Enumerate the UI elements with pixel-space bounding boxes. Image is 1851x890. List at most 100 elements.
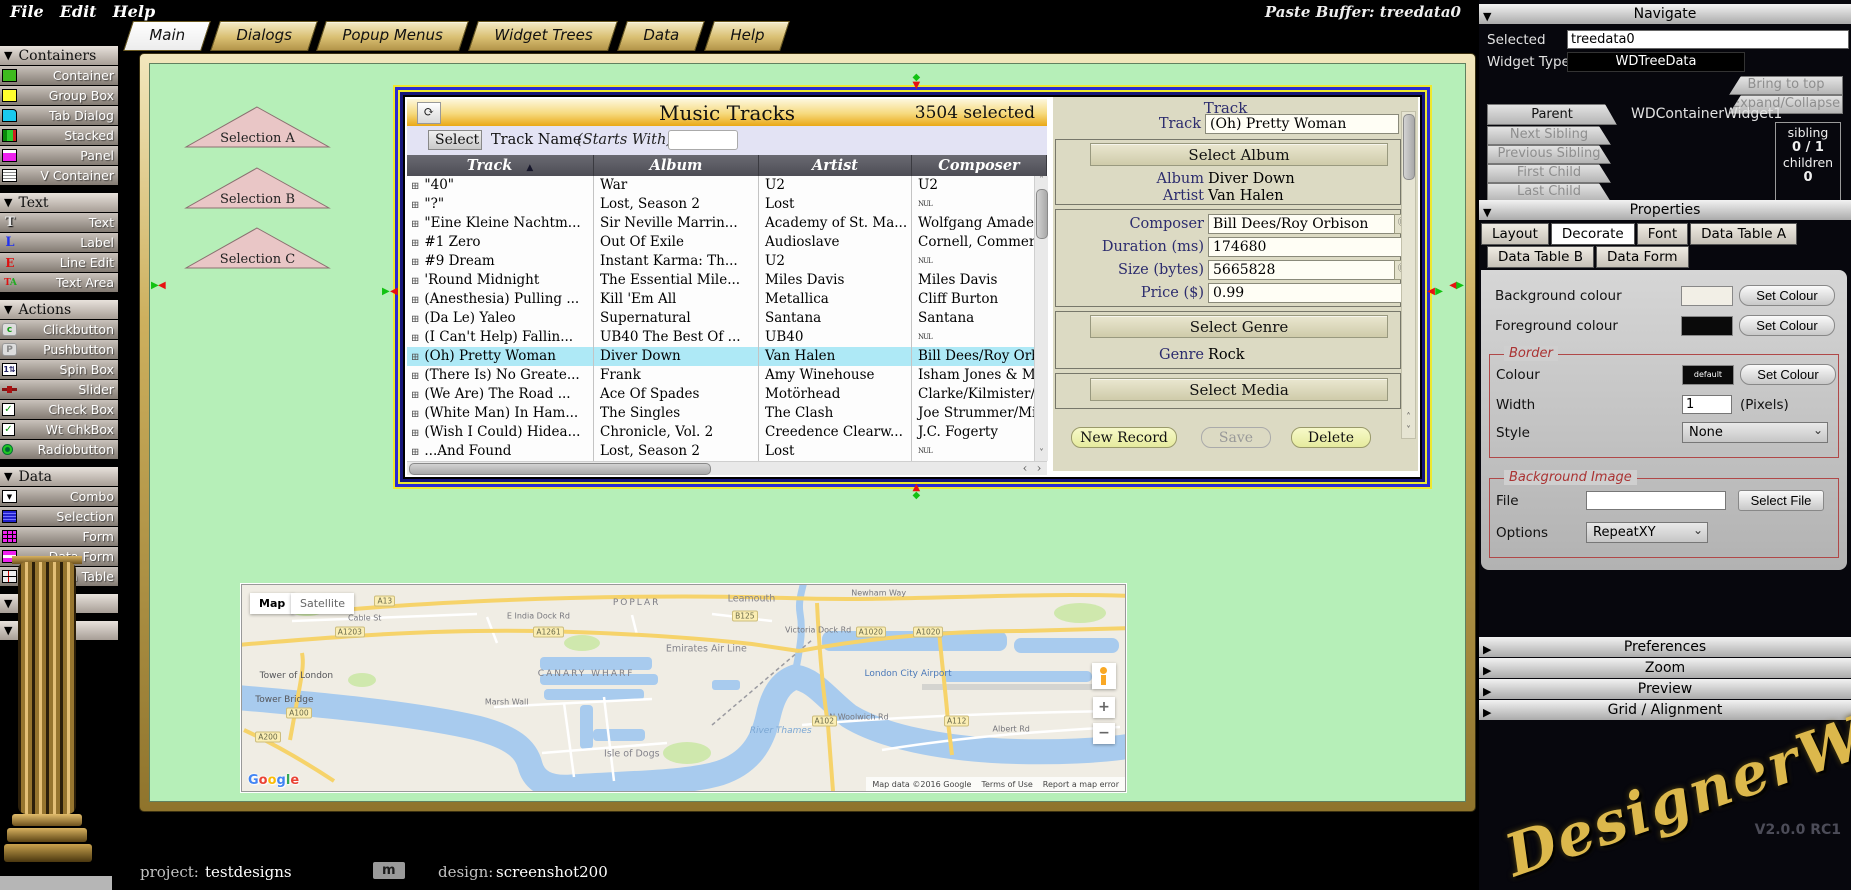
tab-main[interactable]: Main <box>123 21 211 51</box>
composer-field[interactable] <box>1208 214 1396 234</box>
section-zoom[interactable]: ▶Zoom <box>1479 658 1851 678</box>
next-sibling-button[interactable]: Next Sibling <box>1487 126 1611 145</box>
section-preview[interactable]: ▶Preview <box>1479 679 1851 699</box>
new-record-button[interactable]: New Record <box>1071 427 1177 448</box>
expand-icon[interactable]: ⊞ <box>411 390 419 401</box>
palette-section-actions[interactable]: ▼Actions <box>0 300 118 319</box>
file-input[interactable] <box>1586 491 1726 510</box>
palette-item-clickbutton[interactable]: cClickbutton <box>0 320 118 339</box>
menu-help[interactable]: Help <box>113 2 156 21</box>
table-row[interactable]: ⊞(We Are) The Road ...Ace Of SpadesMotör… <box>407 385 1047 404</box>
tab-data-table-a[interactable]: Data Table A <box>1690 223 1797 245</box>
tab-help[interactable]: Help <box>704 21 790 51</box>
tab-widget-trees[interactable]: Widget Trees <box>468 21 618 51</box>
table-row[interactable]: ⊞(Oh) Pretty WomanDiver DownVan HalenBil… <box>407 347 1047 366</box>
tab-data-form[interactable]: Data Form <box>1596 246 1689 268</box>
pegman-icon[interactable] <box>1092 663 1116 689</box>
expand-icon[interactable]: ⊞ <box>411 314 419 325</box>
expand-icon[interactable]: ⊞ <box>411 219 419 230</box>
table-row[interactable]: ⊞#9 DreamInstant Karma: Th...U2NUL <box>407 252 1047 271</box>
scroll-down-icon[interactable]: ˅ <box>1035 449 1048 461</box>
table-row[interactable]: ⊞(Wish I Could) Hidea...Chronicle, Vol. … <box>407 423 1047 442</box>
palette-item-wt-chkbox[interactable]: ✓Wt ChkBox <box>0 420 118 439</box>
satellite-view-button[interactable]: Satellite <box>291 593 354 614</box>
scroll-up-icon[interactable]: ˄ <box>1402 413 1415 425</box>
expand-icon[interactable]: ⊞ <box>411 371 419 382</box>
expand-icon[interactable]: ⊞ <box>411 200 419 211</box>
palette-item-group-box[interactable]: Group Box <box>0 86 118 105</box>
palette-section-text[interactable]: ▼Text <box>0 193 118 212</box>
zoom-out-button[interactable]: − <box>1093 723 1115 744</box>
properties-header[interactable]: ▼ Properties <box>1479 200 1851 220</box>
select-file-button[interactable]: Select File <box>1738 490 1824 511</box>
border-width-input[interactable] <box>1682 395 1732 414</box>
selection-frame[interactable]: ⟳ Music Tracks 3504 selected Select Trac… <box>393 85 1432 489</box>
menu-file[interactable]: File <box>10 2 44 21</box>
tab-data-table-b[interactable]: Data Table B <box>1487 246 1594 268</box>
drag-handle-top-arrow[interactable]: ▼ <box>913 81 921 91</box>
bring-to-top-button[interactable]: Bring to top <box>1729 76 1843 95</box>
price-field[interactable] <box>1208 283 1402 303</box>
terms-link[interactable]: Terms of Use <box>981 780 1032 789</box>
drag-handle-right-arrow[interactable]: ◀ <box>1427 287 1435 297</box>
map-view-button[interactable]: Map <box>250 593 294 614</box>
selection-c-widget[interactable]: Selection C <box>184 226 331 270</box>
section-grid-alignment[interactable]: ▶Grid / Alignment <box>1479 700 1851 720</box>
selected-widget-input[interactable] <box>1567 30 1849 49</box>
table-vscrollbar[interactable]: ˄ ˅ <box>1034 176 1048 461</box>
palette-item-stacked[interactable]: Stacked <box>0 126 118 145</box>
duration-field[interactable] <box>1208 237 1402 257</box>
palette-section-data[interactable]: ▼Data <box>0 467 118 486</box>
table-row[interactable]: ⊞#1 ZeroOut Of ExileAudioslaveCornell, C… <box>407 233 1047 252</box>
table-row[interactable]: ⊞(There Is) No Greate...FrankAmy Winehou… <box>407 366 1047 385</box>
tab-font[interactable]: Font <box>1637 223 1688 245</box>
scroll-right-icon[interactable]: › <box>1032 462 1046 475</box>
palette-item-container[interactable]: Container <box>0 66 118 85</box>
expand-icon[interactable]: ⊞ <box>411 409 419 420</box>
tab-dialogs[interactable]: Dialogs <box>210 21 317 51</box>
first-child-button[interactable]: First Child <box>1487 164 1611 183</box>
drag-handle-left[interactable]: ▶ <box>382 287 390 297</box>
expand-icon[interactable]: ⊞ <box>411 295 419 306</box>
palette-section-containers[interactable]: ▼Containers <box>0 46 118 65</box>
collapse-icon[interactable]: ▼ <box>1483 7 1491 27</box>
repeat-options-select[interactable]: RepeatXY <box>1586 522 1708 543</box>
palette-item-v-container[interactable]: V Container <box>0 166 118 185</box>
palette-item-tab-dialog[interactable]: Tab Dialog <box>0 106 118 125</box>
palette-item-line-edit[interactable]: ELine Edit <box>0 253 118 272</box>
set-background-colour-button[interactable]: Set Colour <box>1739 285 1835 306</box>
drag-handle-left-arrow[interactable]: ◀ <box>390 287 398 297</box>
form-vscrollbar[interactable]: ˄ ˅ <box>1401 111 1416 439</box>
collapse-icon[interactable]: ▼ <box>1483 203 1491 223</box>
expand-icon[interactable]: ⊞ <box>411 352 419 363</box>
palette-item-text-area[interactable]: TAText Area <box>0 273 118 292</box>
expand-icon[interactable]: ⊞ <box>411 447 419 458</box>
expand-icon[interactable]: ⊞ <box>411 428 419 439</box>
scroll-up-icon[interactable]: ˄ <box>1035 176 1048 188</box>
select-button[interactable]: Select <box>428 130 482 150</box>
table-row[interactable]: ⊞'Round MidnightThe Essential Mile...Mil… <box>407 271 1047 290</box>
scroll-down-icon[interactable]: ˅ <box>1402 426 1415 438</box>
border-style-select[interactable]: None <box>1682 422 1828 443</box>
tab-popup-menus[interactable]: Popup Menus <box>317 21 469 51</box>
table-row[interactable]: ⊞(Da Le) YaleoSupernaturalSantanaSantana <box>407 309 1047 328</box>
table-row[interactable]: ⊞(White Man) In Ham...The SinglesThe Cla… <box>407 404 1047 423</box>
palette-item-form[interactable]: Form <box>0 527 118 546</box>
selection-a-widget[interactable]: Selection A <box>184 105 331 149</box>
navigate-header[interactable]: ▼ Navigate <box>1479 4 1851 24</box>
parent-button[interactable]: Parent <box>1487 104 1617 125</box>
expand-icon[interactable]: ⊞ <box>411 181 419 192</box>
palette-item-label[interactable]: LLabel <box>0 233 118 252</box>
palette-item-panel[interactable]: Panel <box>0 146 118 165</box>
palette-item-slider[interactable]: Slider <box>0 380 118 399</box>
palette-item-combo[interactable]: ▼Combo <box>0 487 118 506</box>
palette-item-pushbutton[interactable]: PPushbutton <box>0 340 118 359</box>
palette-item-check-box[interactable]: ✓Check Box <box>0 400 118 419</box>
expand-icon[interactable]: ⊞ <box>411 276 419 287</box>
table-hscrollbar[interactable]: ‹ › <box>407 461 1047 475</box>
expand-icon[interactable]: ⊞ <box>411 333 419 344</box>
table-row[interactable]: ⊞"40"WarU2U2 <box>407 176 1047 195</box>
table-row[interactable]: ⊞"Eine Kleine Nachtm...Sir Neville Marri… <box>407 214 1047 233</box>
report-error-link[interactable]: Report a map error <box>1043 780 1119 789</box>
palette-item-selection[interactable]: Selection <box>0 507 118 526</box>
